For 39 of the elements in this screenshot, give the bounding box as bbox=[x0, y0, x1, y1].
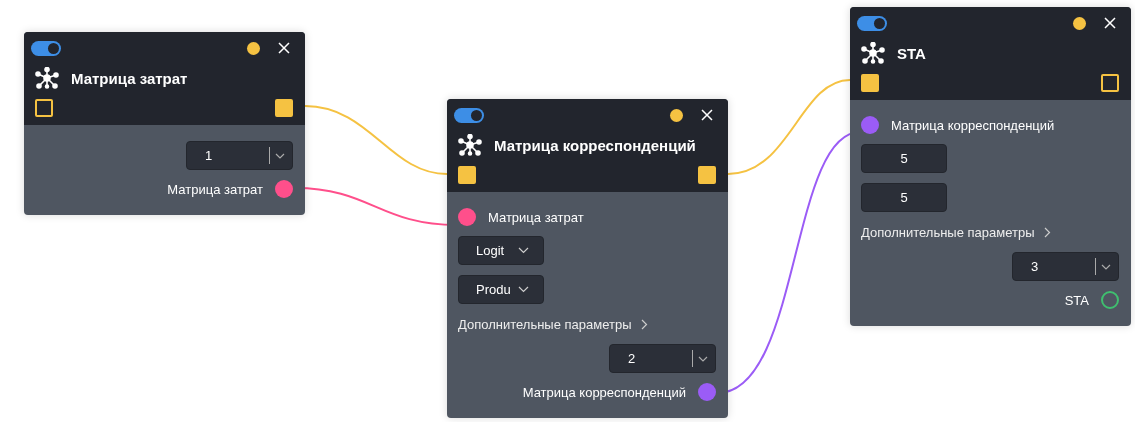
toggle-switch[interactable] bbox=[857, 15, 887, 31]
input-port[interactable] bbox=[861, 116, 879, 134]
dropdown[interactable]: Logit bbox=[458, 236, 544, 265]
flow-port[interactable] bbox=[35, 99, 53, 117]
network-icon bbox=[35, 67, 59, 89]
node-title: STA bbox=[897, 44, 926, 62]
caret-icon bbox=[275, 152, 285, 159]
caret-icon bbox=[1101, 263, 1111, 270]
toggle-switch[interactable] bbox=[454, 107, 484, 123]
number-dropdown[interactable]: 2 bbox=[609, 344, 716, 373]
port-label: Матрица затрат bbox=[167, 181, 263, 197]
flow-port[interactable] bbox=[1101, 74, 1119, 92]
number-dropdown[interactable]: 3 bbox=[1012, 252, 1119, 281]
number-field[interactable]: 5 bbox=[861, 144, 947, 173]
chevron-icon[interactable] bbox=[1043, 226, 1051, 238]
port-label: STA bbox=[1064, 292, 1089, 308]
output-port[interactable] bbox=[1101, 291, 1119, 309]
input-port[interactable] bbox=[458, 208, 476, 226]
output-port[interactable] bbox=[275, 180, 293, 198]
network-icon bbox=[861, 42, 885, 64]
caret-icon bbox=[698, 355, 708, 362]
close-icon[interactable] bbox=[1104, 17, 1116, 29]
number-field[interactable]: 5 bbox=[861, 183, 947, 212]
chevron-icon[interactable] bbox=[640, 318, 648, 330]
network-icon bbox=[458, 134, 482, 156]
port-label: Матрица затрат bbox=[488, 209, 584, 225]
caret-icon bbox=[518, 247, 529, 254]
expander-label[interactable]: Дополнительные параметры bbox=[861, 224, 1035, 240]
expander-label[interactable]: Дополнительные параметры bbox=[458, 316, 632, 332]
number-dropdown[interactable]: 1 bbox=[186, 141, 293, 170]
port-label: Матрица корреспонденций bbox=[522, 384, 686, 400]
close-icon[interactable] bbox=[278, 42, 290, 54]
caret-icon bbox=[518, 286, 529, 293]
close-icon[interactable] bbox=[701, 109, 713, 121]
node-title: Матрица корреспонденций bbox=[494, 136, 696, 154]
node-title: Матрица затрат bbox=[71, 69, 188, 87]
dropdown[interactable]: Produ bbox=[458, 275, 544, 304]
toggle-switch[interactable] bbox=[31, 40, 61, 56]
port-label: Матрица корреспонденций bbox=[891, 117, 1055, 133]
